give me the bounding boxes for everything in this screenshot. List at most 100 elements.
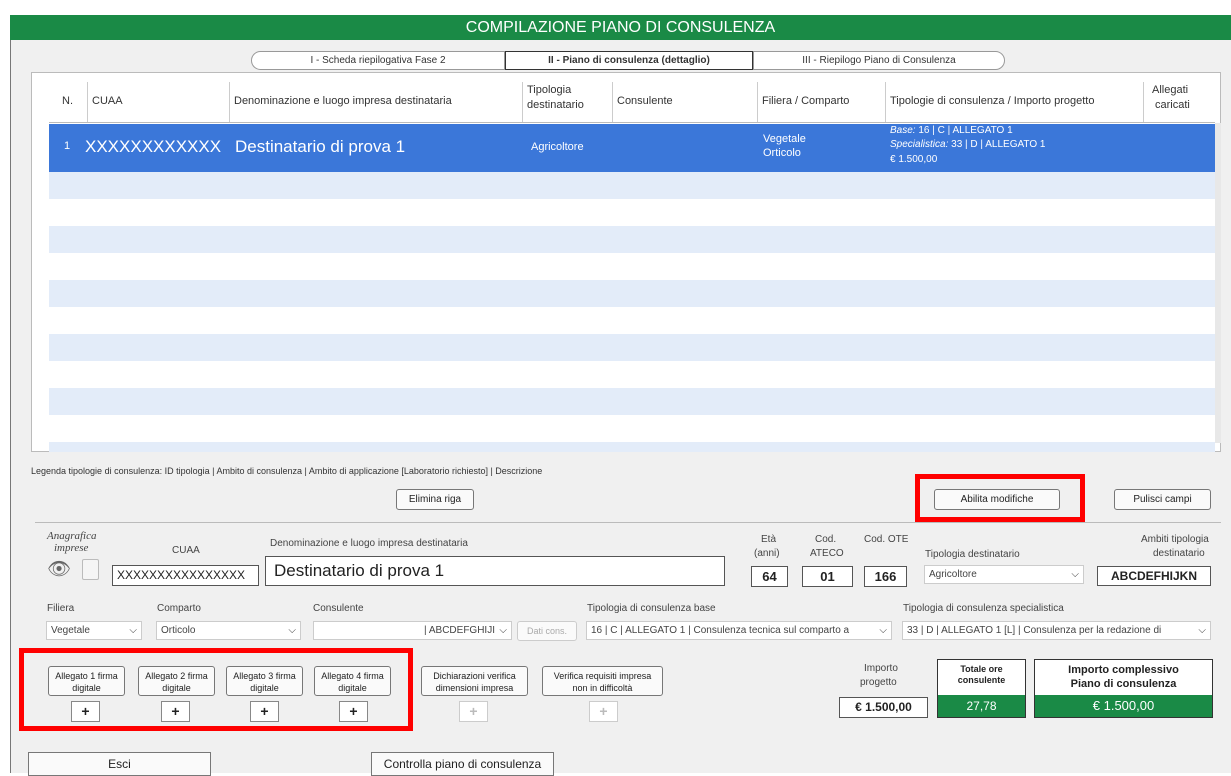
- row-importo: € 1.500,00: [890, 154, 938, 165]
- window-title: COMPILAZIONE PIANO DI CONSULENZA: [10, 15, 1231, 40]
- col-divider: [522, 82, 523, 122]
- table-row-empty[interactable]: [49, 280, 1215, 307]
- dichiarazioni-label-2: dimensioni impresa: [435, 683, 514, 693]
- row-base: Base: 16 | C | ALLEGATO 1: [890, 125, 1013, 136]
- verifica-add-button[interactable]: +: [589, 701, 618, 722]
- table-scrollbar[interactable]: [1215, 123, 1221, 443]
- row-base-label: Base:: [890, 125, 916, 136]
- col-divider: [1143, 82, 1144, 122]
- anagrafica-label-1: Anagrafica: [47, 530, 97, 542]
- tipologia-destinatario-select[interactable]: Agricoltore ⌵: [924, 565, 1084, 584]
- importo-complessivo-value: € 1.500,00: [1035, 695, 1212, 717]
- comparto-select[interactable]: Orticolo ⌵: [156, 621, 301, 640]
- row-cuaa: XXXXXXXXXXXX: [85, 137, 222, 156]
- highlight-box: [915, 474, 1085, 522]
- tipologia-base-label: Tipologia di consulenza base: [587, 603, 716, 614]
- dichiarazioni-label-1: Dichiarazioni verifica: [433, 671, 516, 681]
- table-row-empty[interactable]: [49, 226, 1215, 253]
- filiera-select[interactable]: Vegetale ⌵: [46, 621, 142, 640]
- tab-piano-consulenza[interactable]: II - Piano di consulenza (dettaglio): [505, 51, 753, 70]
- tipologia-specialistica-select[interactable]: 33 | D | ALLEGATO 1 [L] | Consulenza per…: [902, 621, 1211, 640]
- row-specialistica: Specialistica: 33 | D | ALLEGATO 1: [890, 139, 1045, 150]
- importo-complessivo-label: Importo complessivo Piano di consulenza: [1034, 663, 1213, 691]
- ateco-label-2: ATECO: [810, 548, 844, 559]
- row-denominazione: Destinatario di prova 1: [235, 137, 406, 156]
- table-row-empty[interactable]: [49, 199, 1215, 226]
- col-divider: [229, 82, 230, 122]
- col-divider: [757, 82, 758, 122]
- row-comparto: Orticolo: [763, 147, 801, 159]
- eta-field[interactable]: 64: [751, 566, 788, 587]
- table-row-empty[interactable]: [49, 442, 1215, 452]
- tipologia-destinatario-value: Agricoltore: [929, 569, 977, 580]
- table-row-empty[interactable]: [49, 388, 1215, 415]
- cuaa-field[interactable]: XXXXXXXXXXXXXXXX: [112, 565, 259, 586]
- tipologia-destinatario-label: Tipologia destinatario: [925, 549, 1020, 560]
- ateco-field[interactable]: 01: [802, 566, 853, 587]
- dichiarazioni-button[interactable]: Dichiarazioni verifica dimensioni impresa: [421, 666, 528, 696]
- pulisci-campi-button[interactable]: Pulisci campi: [1114, 489, 1211, 510]
- tab-scheda-riepilogativa[interactable]: I - Scheda riepilogativa Fase 2: [251, 51, 505, 70]
- col-divider: [87, 82, 88, 122]
- ambiti-label-1: Ambiti tipologia: [1141, 534, 1209, 545]
- chevron-down-icon: ⌵: [129, 625, 137, 636]
- dichiarazioni-add-button[interactable]: +: [459, 701, 488, 722]
- ote-field[interactable]: 166: [864, 566, 907, 587]
- tab-riepilogo-piano[interactable]: III - Riepilogo Piano di Consulenza: [753, 51, 1005, 70]
- chevron-down-icon: ⌵: [879, 622, 887, 639]
- highlight-box: [19, 648, 413, 731]
- col-header-cuaa: CUAA: [92, 95, 123, 107]
- denominazione-label: Denominazione e luogo impresa destinatar…: [270, 538, 468, 549]
- eye-icon[interactable]: 👁: [47, 557, 71, 581]
- table-row-empty[interactable]: [49, 307, 1215, 334]
- col-divider: [612, 82, 613, 122]
- table-row-selected[interactable]: 1 XXXXXXXXXXXX Destinatario di prova 1 A…: [49, 124, 1215, 172]
- denominazione-field[interactable]: Destinatario di prova 1: [265, 556, 725, 586]
- importo-complessivo-label-1: Importo complessivo: [1068, 664, 1179, 676]
- dati-cons-button[interactable]: Dati cons.: [517, 621, 577, 641]
- esci-button[interactable]: Esci: [28, 752, 211, 776]
- importo-complessivo-label-2: Piano di consulenza: [1070, 678, 1177, 690]
- row-spec-label: Specialistica:: [890, 139, 949, 150]
- col-header-tipologia-1: Tipologia: [527, 84, 572, 96]
- table-row-empty[interactable]: [49, 172, 1215, 199]
- importo-label-2: progetto: [860, 677, 897, 688]
- totale-ore-label-2: consulente: [957, 675, 1006, 685]
- row-spec-value: 33 | D | ALLEGATO 1: [948, 139, 1046, 150]
- controlla-piano-button[interactable]: Controlla piano di consulenza: [371, 752, 554, 776]
- consulente-value: | ABCDEFGHIJI: [424, 625, 495, 636]
- tipologia-specialistica-value: 33 | D | ALLEGATO 1 [L] | Consulenza per…: [907, 625, 1162, 636]
- table-row-empty[interactable]: [49, 415, 1215, 442]
- chevron-down-icon: ⌵: [1198, 622, 1206, 639]
- table-row-empty[interactable]: [49, 253, 1215, 280]
- row-base-value: 16 | C | ALLEGATO 1: [915, 125, 1013, 136]
- tipologia-base-select[interactable]: 16 | C | ALLEGATO 1 | Consulenza tecnica…: [586, 621, 892, 640]
- verifica-label-2: non in difficoltà: [572, 683, 633, 693]
- comparto-label: Comparto: [157, 603, 201, 614]
- ambiti-field[interactable]: ABCDEFHIJKN: [1097, 566, 1211, 586]
- chevron-down-icon: ⌵: [499, 625, 507, 636]
- consulente-label: Consulente: [313, 603, 364, 614]
- tipologia-specialistica-label: Tipologia di consulenza specialistica: [903, 603, 1064, 614]
- anagrafica-label-2: imprese: [54, 542, 89, 554]
- importo-progetto-field: € 1.500,00: [839, 697, 928, 718]
- row-tipologia: Agricoltore: [531, 141, 584, 153]
- totale-ore-label-1: Totale ore: [960, 664, 1003, 674]
- ote-label: Cod. OTE: [864, 534, 909, 545]
- table-row-empty[interactable]: [49, 361, 1215, 388]
- ateco-label-1: Cod.: [815, 534, 837, 545]
- row-filiera: Vegetale: [763, 133, 806, 145]
- header-underline: [49, 122, 1215, 123]
- verifica-button[interactable]: Verifica requisiti impresa non in diffico…: [542, 666, 663, 696]
- consulente-select[interactable]: | ABCDEFGHIJI ⌵: [313, 621, 512, 640]
- cuaa-label: CUAA: [172, 545, 200, 556]
- col-header-denominazione: Denominazione e luogo impresa destinatar…: [234, 95, 452, 107]
- legend-text: Legenda tipologie di consulenza: ID tipo…: [31, 466, 543, 476]
- eta-label-1: Età: [761, 534, 777, 545]
- filiera-value: Vegetale: [51, 625, 90, 636]
- ambiti-label-2: destinatario: [1153, 548, 1205, 559]
- elimina-riga-button[interactable]: Elimina riga: [396, 489, 474, 510]
- trash-icon[interactable]: [82, 559, 99, 580]
- col-header-consulente: Consulente: [617, 95, 673, 107]
- table-row-empty[interactable]: [49, 334, 1215, 361]
